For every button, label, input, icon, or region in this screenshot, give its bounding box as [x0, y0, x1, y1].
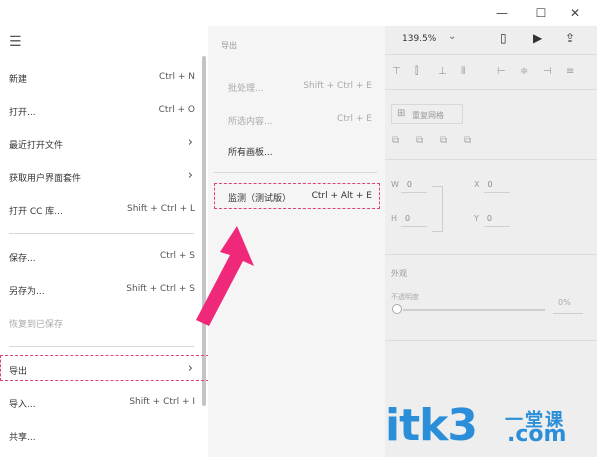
- menu-item-shortcut: Shift + Ctrl + L: [126, 204, 195, 214]
- menu-item-save[interactable]: 保存... Ctrl + S: [0, 242, 202, 272]
- menu-item-label: 获取用户界面套件: [9, 174, 82, 184]
- width-underline: [401, 192, 427, 193]
- submenu-item-label: 所选内容...: [228, 117, 273, 127]
- align-left-icon[interactable]: ⊢: [497, 66, 506, 77]
- boolean-subtract-icon[interactable]: ⧉: [416, 135, 423, 146]
- share-icon[interactable]: ⇪: [565, 31, 575, 45]
- opacity-value[interactable]: 0%: [558, 298, 571, 307]
- submenu-item-shortcut: Ctrl + E: [337, 114, 372, 124]
- menu-item-shortcut: Shift + Ctrl + I: [129, 397, 195, 407]
- menu-item-label: 打开...: [9, 108, 36, 118]
- menu-item-new[interactable]: 新建 Ctrl + N: [0, 63, 202, 93]
- play-icon[interactable]: ▶: [533, 31, 542, 45]
- chevron-down-icon[interactable]: ⌄: [448, 31, 456, 42]
- grid-icon: ⊞: [397, 108, 406, 119]
- lock-aspect-icon[interactable]: [432, 186, 443, 232]
- submenu-item-shortcut: Shift + Ctrl + E: [303, 81, 372, 91]
- hamburger-menu-icon[interactable]: ☰: [9, 34, 22, 50]
- height-field[interactable]: H0: [391, 214, 410, 223]
- title-bar: — ☐ ✕: [0, 0, 597, 26]
- chevron-right-icon: ›: [187, 168, 193, 183]
- boolean-exclude-icon[interactable]: ⧉: [464, 135, 471, 146]
- menu-item-label: 共享...: [9, 433, 36, 443]
- inspector-separator: [385, 254, 597, 255]
- watermark-main: itk3: [385, 400, 478, 451]
- align-toolbar: ⊤ ⫿ ⊥ ⦀ ⊢ ≑ ⊣ ≡: [385, 55, 597, 90]
- submenu-item-all-artboards[interactable]: 所有画板...: [214, 137, 378, 163]
- distribute-horizontal-icon[interactable]: ≡: [566, 66, 574, 77]
- y-value: 0: [486, 214, 492, 223]
- inspector-toolbar: 139.5% ⌄ ▯ ▶ ⇪: [385, 26, 597, 55]
- opacity-slider-knob[interactable]: [392, 304, 402, 314]
- menu-item-shortcut: Ctrl + O: [158, 105, 195, 115]
- submenu-separator: [214, 172, 377, 173]
- align-center-icon[interactable]: ≑: [520, 66, 528, 77]
- annotation-arrow-icon: [196, 226, 254, 326]
- submenu-item-label: 所有画板...: [228, 148, 273, 158]
- menu-item-revert-to-saved[interactable]: 恢复到已保存: [0, 308, 202, 338]
- height-label: H: [391, 214, 398, 223]
- menu-item-label: 新建: [9, 75, 28, 85]
- menu-item-save-as[interactable]: 另存为... Shift + Ctrl + S: [0, 275, 202, 305]
- x-label: X: [474, 180, 480, 189]
- menu-item-shortcut: Ctrl + N: [158, 72, 195, 82]
- repeat-grid-label: 重复网格: [412, 111, 444, 120]
- appearance-label: 外观: [391, 269, 407, 278]
- menu-separator: [9, 346, 194, 347]
- menu-item-label: 保存...: [9, 254, 36, 264]
- menu-item-share[interactable]: 共享...: [0, 421, 202, 451]
- minimize-button[interactable]: —: [487, 3, 517, 23]
- submenu-item-selected[interactable]: 所选内容... Ctrl + E: [214, 106, 378, 132]
- submenu-item-batch[interactable]: 批处理... Shift + Ctrl + E: [214, 73, 378, 99]
- distribute-vertical-icon[interactable]: ⦀: [461, 66, 465, 77]
- y-underline: [484, 226, 510, 227]
- x-value: 0: [487, 180, 493, 189]
- main-menu-panel: ☰ 新建 Ctrl + N 打开... Ctrl + O 最近打开文件 › 获取…: [0, 26, 208, 457]
- device-preview-icon[interactable]: ▯: [500, 31, 507, 45]
- width-label: W: [391, 180, 399, 189]
- submenu-item-label: 批处理...: [228, 84, 264, 94]
- opacity-label: 不透明度: [391, 293, 419, 301]
- y-field[interactable]: Y0: [474, 214, 492, 223]
- y-label: Y: [474, 214, 479, 223]
- height-underline: [401, 226, 427, 227]
- menu-item-label: 导入...: [9, 400, 36, 410]
- width-value: 0: [406, 180, 413, 189]
- x-field[interactable]: X0: [474, 180, 493, 189]
- close-button[interactable]: ✕: [560, 3, 590, 23]
- monitor-highlight: [214, 183, 380, 209]
- watermark-com: .com: [507, 422, 567, 447]
- align-right-icon[interactable]: ⊣: [543, 66, 552, 77]
- inspector-separator: [385, 340, 597, 341]
- menu-item-recent-files[interactable]: 最近打开文件 ›: [0, 129, 202, 159]
- menu-item-label: 最近打开文件: [9, 141, 64, 151]
- repeat-grid-button[interactable]: ⊞ 重复网格: [391, 104, 463, 124]
- align-top-icon[interactable]: ⊤: [392, 66, 401, 77]
- maximize-button[interactable]: ☐: [526, 3, 556, 23]
- menu-item-label: 打开 CC 库...: [9, 207, 63, 217]
- align-middle-icon[interactable]: ⫿: [415, 66, 418, 77]
- export-highlight: [0, 355, 214, 381]
- menu-item-label: 另存为...: [9, 287, 45, 297]
- menu-item-shortcut: Shift + Ctrl + S: [126, 284, 195, 294]
- submenu-title: 导出: [221, 41, 237, 50]
- width-field[interactable]: W0: [391, 180, 412, 189]
- inspector-separator: [385, 159, 597, 160]
- opacity-slider-track[interactable]: [403, 309, 545, 311]
- menu-separator: [9, 233, 194, 234]
- x-underline: [484, 192, 510, 193]
- align-bottom-icon[interactable]: ⊥: [438, 66, 447, 77]
- boolean-add-icon[interactable]: ⧉: [392, 135, 399, 146]
- menu-item-label: 恢复到已保存: [9, 320, 64, 330]
- menu-item-import[interactable]: 导入... Shift + Ctrl + I: [0, 388, 202, 418]
- chevron-right-icon: ›: [187, 135, 193, 150]
- menu-item-get-ui-kits[interactable]: 获取用户界面套件 ›: [0, 162, 202, 192]
- boolean-intersect-icon[interactable]: ⧉: [440, 135, 447, 146]
- menu-item-open-cc-library[interactable]: 打开 CC 库... Shift + Ctrl + L: [0, 195, 202, 225]
- zoom-level[interactable]: 139.5%: [402, 34, 436, 44]
- height-value: 0: [405, 214, 411, 223]
- property-inspector: 139.5% ⌄ ▯ ▶ ⇪ ⊤ ⫿ ⊥ ⦀ ⊢ ≑ ⊣ ≡ ⊞ 重复网格 ⧉ …: [385, 26, 597, 457]
- opacity-input-underline: [553, 313, 583, 314]
- menu-item-open[interactable]: 打开... Ctrl + O: [0, 96, 202, 126]
